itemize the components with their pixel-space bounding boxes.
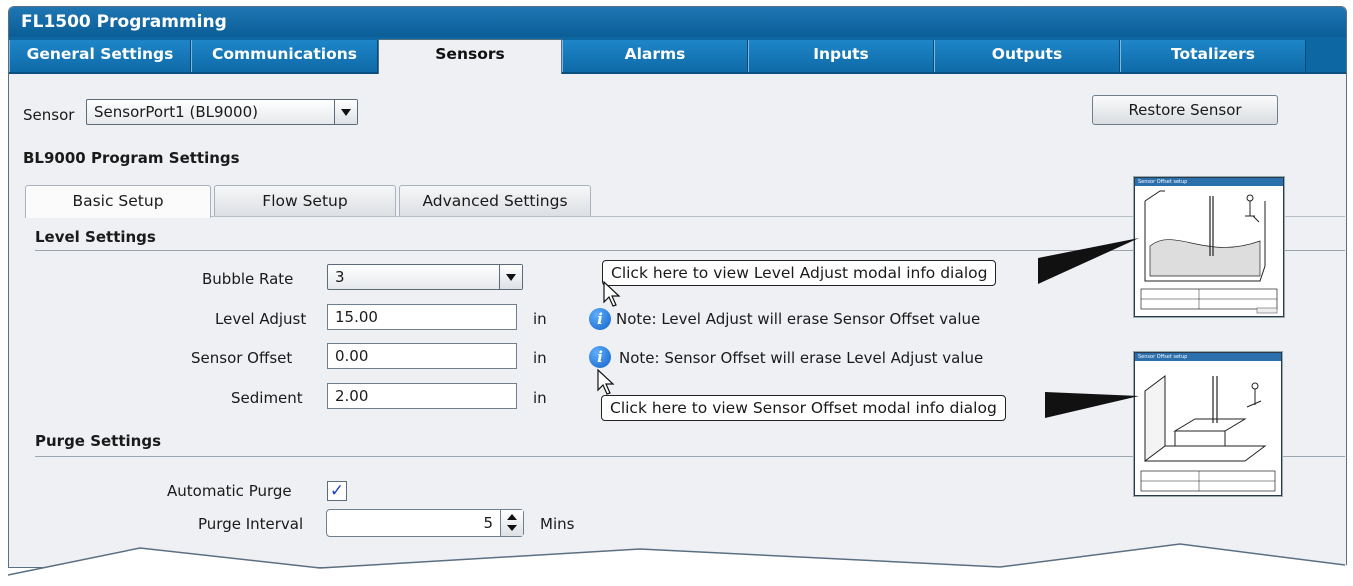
offset-callout-tail: [1045, 392, 1139, 418]
cursor-arrow-icon: [603, 280, 621, 307]
level-callout-tail: [1038, 238, 1139, 284]
cursor-arrow-icon: [597, 368, 615, 395]
callout-pointers: [597, 238, 1139, 418]
